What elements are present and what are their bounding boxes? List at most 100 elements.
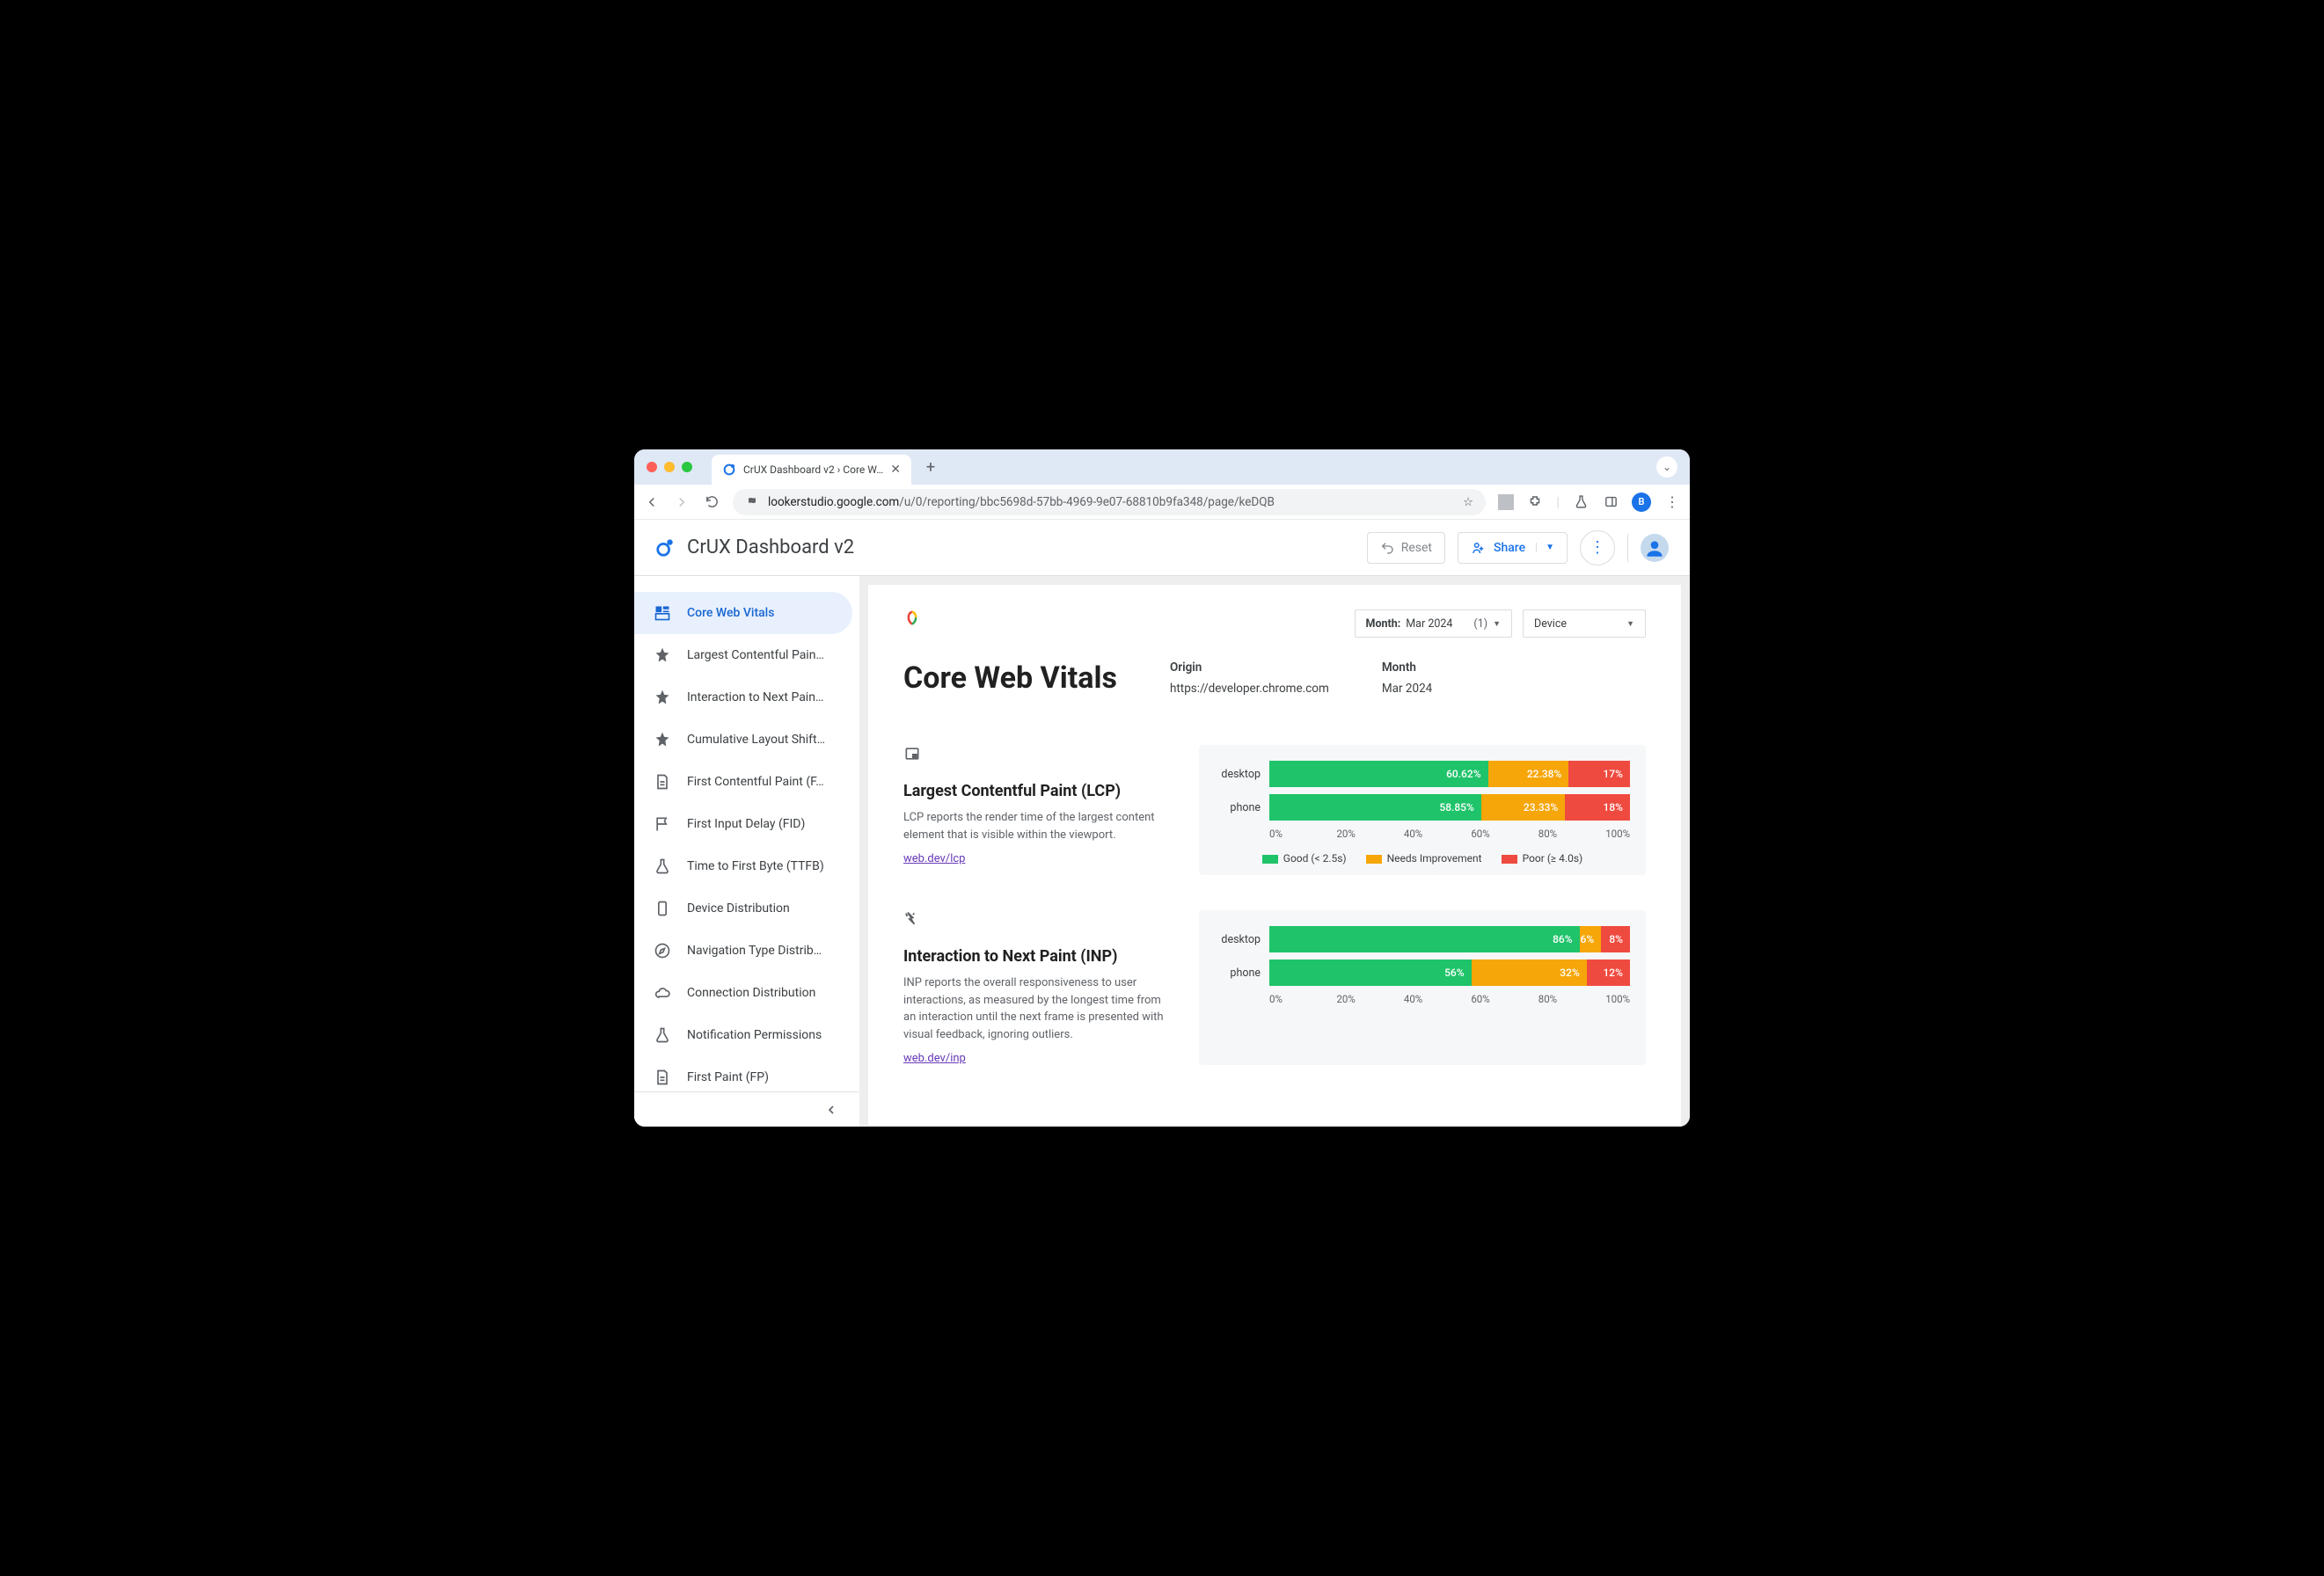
share-button[interactable]: Share ▼: [1458, 532, 1568, 564]
metric-description: LCP reports the render time of the large…: [903, 809, 1167, 843]
sidebar-item-label: Navigation Type Distrib…: [687, 944, 822, 958]
close-window[interactable]: [647, 462, 657, 472]
report-title: Core Web Vitals: [903, 660, 1117, 696]
url-text: lookerstudio.google.com/u/0/reporting/bb…: [768, 495, 1275, 509]
chart-bar-row: desktop60.62%22.38%17%: [1215, 761, 1630, 787]
sidebar-item-label: First Paint (FP): [687, 1070, 769, 1084]
labs-icon[interactable]: [1572, 494, 1590, 509]
sidebar-item-label: First Contentful Paint (F…: [687, 775, 824, 789]
star-icon: [654, 731, 671, 748]
extensions-button[interactable]: [1526, 494, 1544, 510]
titlebar: CrUX Dashboard v2 › Core W… ✕ + ⌄: [634, 449, 1690, 485]
sidebar-item-6[interactable]: Time to First Byte (TTFB): [634, 845, 852, 887]
page-title: CrUX Dashboard v2: [687, 536, 854, 558]
flag-icon: [654, 815, 671, 833]
sidebar-item-9[interactable]: Connection Distribution: [634, 972, 852, 1014]
toolbar: lookerstudio.google.com/u/0/reporting/bb…: [634, 485, 1690, 520]
crux-logo-icon: [903, 609, 921, 627]
chevron-down-icon: ▼: [1626, 619, 1634, 629]
metric-icon: [903, 910, 1167, 931]
chevron-left-icon: [824, 1103, 838, 1117]
star-icon: [654, 646, 671, 664]
window-controls: [647, 462, 692, 472]
chart-bar-row: phone56%32%12%: [1215, 959, 1630, 986]
maximize-window[interactable]: [682, 462, 692, 472]
device-filter[interactable]: Device ▼: [1523, 609, 1646, 638]
site-settings-icon[interactable]: [745, 493, 759, 511]
browser-window: CrUX Dashboard v2 › Core W… ✕ + ⌄ looker…: [634, 449, 1690, 1127]
tab-title: CrUX Dashboard v2 › Core W…: [743, 463, 883, 476]
report-canvas[interactable]: Month: Mar 2024 (1) ▼ Device ▼ Core Web …: [859, 576, 1690, 1127]
forward-button[interactable]: [673, 494, 691, 510]
reload-button[interactable]: [703, 494, 720, 509]
sidebar-item-label: Connection Distribution: [687, 986, 815, 1000]
sidebar-item-10[interactable]: Notification Permissions: [634, 1014, 852, 1056]
sidepanel-icon[interactable]: [1602, 494, 1619, 509]
collapse-sidebar-button[interactable]: [634, 1091, 859, 1127]
doc-icon: [654, 773, 671, 791]
profile-avatar[interactable]: B: [1632, 492, 1651, 512]
lookerstudio-logo-icon: [655, 538, 675, 558]
app-header: CrUX Dashboard v2 Reset Share ▼ ⋮: [634, 520, 1690, 576]
doc-icon: [654, 1069, 671, 1086]
chart-legend: Good (< 2.5s)Needs ImprovementPoor (≥ 4.…: [1215, 852, 1630, 865]
close-tab-icon[interactable]: ✕: [890, 463, 901, 477]
sidebar-item-label: Notification Permissions: [687, 1028, 822, 1042]
sidebar: Core Web Vitals Largest Contentful Pain… I…: [634, 576, 859, 1127]
undo-icon: [1380, 541, 1394, 555]
chart-bar-row: desktop86%6%8%: [1215, 926, 1630, 952]
month-filter[interactable]: Month: Mar 2024 (1) ▼: [1355, 609, 1513, 638]
metric-section: Largest Contentful Paint (LCP) LCP report…: [903, 745, 1646, 875]
sidebar-item-3[interactable]: Cumulative Layout Shift…: [634, 719, 852, 761]
cloud-icon: [654, 984, 671, 1002]
account-avatar[interactable]: [1641, 534, 1669, 562]
metric-section: Interaction to Next Paint (INP) INP repor…: [903, 910, 1646, 1065]
chrome-menu-icon[interactable]: ⋮: [1663, 493, 1681, 510]
more-options-button[interactable]: ⋮: [1580, 530, 1615, 565]
compass-icon: [654, 942, 671, 959]
dashboard-icon: [654, 604, 671, 622]
flask-icon: [654, 1026, 671, 1044]
sidebar-item-label: Time to First Byte (TTFB): [687, 859, 824, 873]
sidebar-item-label: Device Distribution: [687, 901, 790, 916]
origin-block: Origin https://developer.chrome.com: [1170, 660, 1329, 696]
favicon-icon: [722, 463, 736, 477]
tab-overflow-button[interactable]: ⌄: [1656, 456, 1677, 478]
address-bar[interactable]: lookerstudio.google.com/u/0/reporting/bb…: [733, 489, 1486, 515]
chart-bar-row: phone58.85%23.33%18%: [1215, 794, 1630, 821]
sidebar-item-label: First Input Delay (FID): [687, 817, 805, 831]
extension-icon[interactable]: [1498, 494, 1514, 510]
star-icon: [654, 689, 671, 706]
metric-description: INP reports the overall responsiveness t…: [903, 974, 1167, 1043]
chevron-down-icon: ▼: [1493, 619, 1501, 629]
back-button[interactable]: [643, 494, 661, 510]
metric-chart: desktop86%6%8%phone56%32%12%0%20%40%60%8…: [1199, 910, 1646, 1065]
share-icon: [1471, 540, 1487, 556]
sidebar-item-label: Cumulative Layout Shift…: [687, 733, 825, 747]
metric-chart: desktop60.62%22.38%17% phone58.85%23.33%1…: [1199, 745, 1646, 875]
metric-title: Interaction to Next Paint (INP): [903, 947, 1167, 966]
metric-title: Largest Contentful Paint (LCP): [903, 782, 1167, 800]
metric-link[interactable]: web.dev/lcp: [903, 852, 965, 865]
bookmark-icon[interactable]: ☆: [1463, 495, 1473, 509]
minimize-window[interactable]: [664, 462, 675, 472]
sidebar-item-0[interactable]: Core Web Vitals: [634, 592, 852, 634]
sidebar-item-label: Interaction to Next Pain…: [687, 690, 823, 704]
sidebar-item-5[interactable]: First Input Delay (FID): [634, 803, 852, 845]
sidebar-item-11[interactable]: First Paint (FP): [634, 1056, 852, 1091]
sidebar-item-4[interactable]: First Contentful Paint (F…: [634, 761, 852, 803]
new-tab-button[interactable]: +: [918, 455, 943, 479]
reset-button[interactable]: Reset: [1367, 532, 1445, 564]
browser-tab[interactable]: CrUX Dashboard v2 › Core W… ✕: [712, 455, 911, 485]
metric-link[interactable]: web.dev/inp: [903, 1052, 966, 1065]
app-body: Core Web Vitals Largest Contentful Pain… I…: [634, 576, 1690, 1127]
sidebar-item-7[interactable]: Device Distribution: [634, 887, 852, 930]
sidebar-item-2[interactable]: Interaction to Next Pain…: [634, 676, 852, 719]
share-dropdown-icon[interactable]: ▼: [1536, 543, 1554, 552]
sidebar-item-label: Core Web Vitals: [687, 606, 774, 620]
sidebar-item-8[interactable]: Navigation Type Distrib…: [634, 930, 852, 972]
sidebar-item-label: Largest Contentful Pain…: [687, 648, 824, 662]
sidebar-item-1[interactable]: Largest Contentful Pain…: [634, 634, 852, 676]
month-block: Month Mar 2024: [1382, 660, 1432, 696]
metric-icon: [903, 745, 1167, 766]
